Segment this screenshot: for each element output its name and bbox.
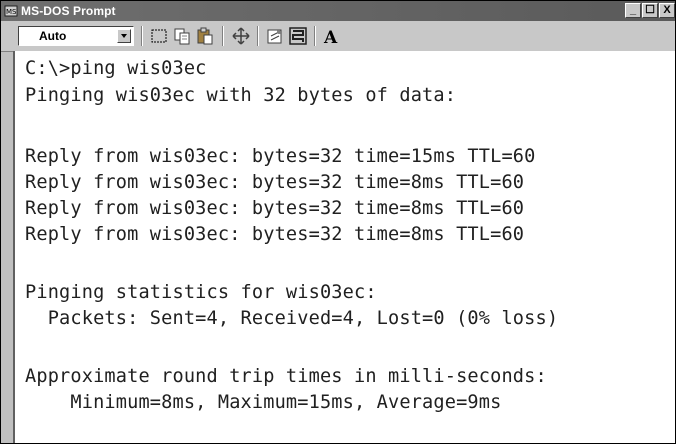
copy-icon [174, 28, 190, 45]
maximize-icon: ☐ [645, 4, 655, 16]
console-line: Minimum=8ms, Maximum=15ms, Average=9ms [25, 392, 502, 413]
toolbar: Auto A [1, 21, 675, 52]
background-button[interactable] [288, 26, 308, 46]
chevron-down-icon[interactable] [117, 29, 131, 43]
minimize-icon: _ [629, 4, 637, 16]
mark-icon [151, 29, 167, 43]
console-line: Packets: Sent=4, Received=4, Lost=0 (0% … [25, 308, 559, 329]
background-icon [289, 27, 307, 45]
mark-button[interactable] [149, 26, 169, 46]
close-button[interactable]: X [659, 3, 675, 18]
console-line: Reply from wis03ec: bytes=32 time=8ms TT… [25, 224, 525, 245]
console-line: Reply from wis03ec: bytes=32 time=8ms TT… [25, 172, 525, 193]
console-line: Pinging wis03ec with 32 bytes of data: [25, 85, 457, 106]
window-title: MS-DOS Prompt [21, 4, 116, 18]
fullscreen-button[interactable] [231, 26, 251, 46]
console-line: C:\>ping wis03ec [25, 58, 207, 79]
msdos-window: MS MS-DOS Prompt _ ☐ X Auto A C:\>ping w… [0, 0, 676, 444]
toolbar-separator [314, 26, 316, 46]
title-bar[interactable]: MS MS-DOS Prompt _ ☐ X [1, 1, 675, 21]
copy-button[interactable] [172, 26, 192, 46]
toolbar-separator [141, 26, 143, 46]
paste-icon [197, 27, 213, 45]
console-line: Pinging statistics for wis03ec: [25, 282, 377, 303]
title-buttons: _ ☐ X [624, 3, 675, 18]
paste-button[interactable] [195, 26, 215, 46]
font-icon: A [323, 28, 338, 46]
svg-text:MS: MS [6, 8, 17, 16]
console-output[interactable]: C:\>ping wis03ec Pinging wis03ec with 32… [13, 51, 675, 443]
fullscreen-icon [232, 27, 250, 45]
properties-icon [267, 29, 282, 44]
toolbar-separator [222, 26, 224, 46]
console-line: Reply from wis03ec: bytes=32 time=8ms TT… [25, 198, 525, 219]
close-icon: X [663, 4, 671, 16]
font-size-value: Auto [39, 29, 67, 43]
font-size-select[interactable]: Auto [18, 26, 134, 46]
properties-button[interactable] [265, 26, 285, 46]
svg-text:A: A [323, 28, 338, 46]
console-line: Approximate round trip times in milli-se… [25, 366, 547, 387]
minimize-button[interactable]: _ [625, 3, 641, 18]
font-button[interactable]: A [321, 26, 341, 46]
toolbar-separator [257, 26, 259, 46]
maximize-button[interactable]: ☐ [642, 3, 658, 18]
msdos-icon: MS [4, 5, 18, 17]
console-line: Reply from wis03ec: bytes=32 time=15ms T… [25, 146, 536, 167]
